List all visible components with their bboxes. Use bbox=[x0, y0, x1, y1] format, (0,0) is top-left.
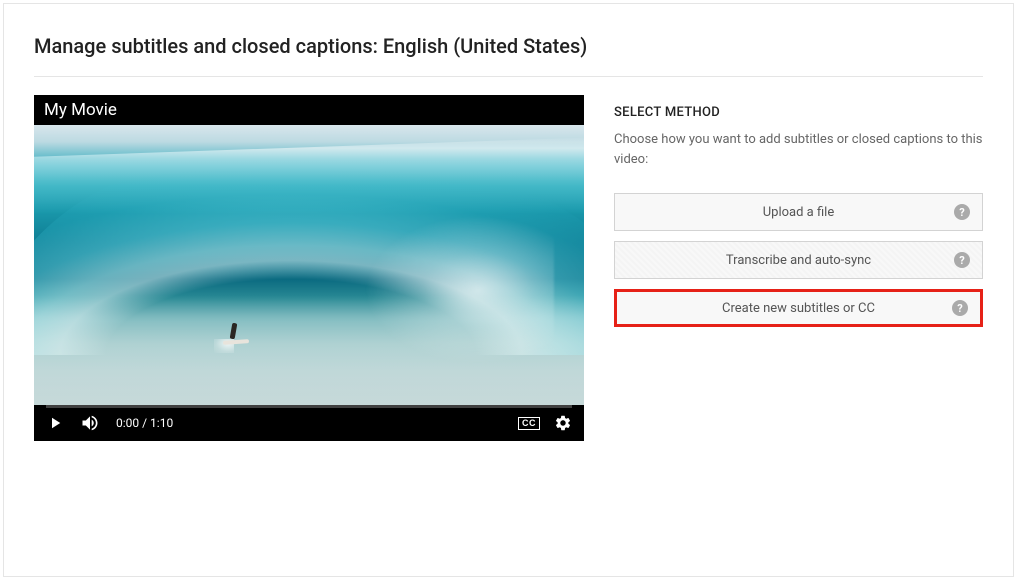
cc-button[interactable]: CC bbox=[518, 417, 540, 430]
video-player: My Movie bbox=[34, 95, 584, 441]
video-column: My Movie bbox=[34, 95, 584, 441]
subtitles-manage-panel: Manage subtitles and closed captions: En… bbox=[3, 3, 1014, 577]
gear-icon bbox=[554, 414, 572, 432]
transcribe-autosync-button[interactable]: Transcribe and auto-sync bbox=[615, 242, 982, 278]
divider bbox=[34, 76, 983, 77]
surfer-graphic bbox=[226, 323, 244, 349]
page-title: Manage subtitles and closed captions: En… bbox=[34, 34, 983, 58]
create-new-subtitles-button[interactable]: Create new subtitles or CC bbox=[617, 292, 980, 324]
play-button[interactable] bbox=[46, 414, 64, 432]
method-heading: SELECT METHOD bbox=[614, 105, 983, 120]
time-total: 1:10 bbox=[150, 416, 173, 430]
video-controls: 0:00 / 1:10 CC bbox=[34, 405, 584, 441]
cc-icon: CC bbox=[518, 417, 540, 430]
help-icon[interactable]: ? bbox=[952, 300, 968, 316]
volume-button[interactable] bbox=[80, 413, 100, 433]
volume-icon bbox=[80, 413, 100, 433]
video-frame[interactable] bbox=[34, 125, 584, 405]
video-title: My Movie bbox=[44, 100, 117, 120]
controls-left: 0:00 / 1:10 bbox=[46, 413, 173, 433]
help-icon[interactable]: ? bbox=[954, 252, 970, 268]
method-buttons: Upload a file ? Transcribe and auto-sync… bbox=[614, 193, 983, 327]
method-option-create: Create new subtitles or CC ? bbox=[614, 289, 983, 327]
method-option-transcribe: Transcribe and auto-sync ? bbox=[614, 241, 983, 279]
method-option-upload: Upload a file ? bbox=[614, 193, 983, 231]
time-current: 0:00 bbox=[116, 416, 139, 430]
controls-right: CC bbox=[518, 414, 572, 432]
help-icon[interactable]: ? bbox=[954, 204, 970, 220]
play-icon bbox=[46, 414, 64, 432]
video-title-bar: My Movie bbox=[34, 95, 584, 125]
content-row: My Movie bbox=[34, 95, 983, 441]
progress-bar[interactable] bbox=[46, 405, 572, 408]
upload-file-button[interactable]: Upload a file bbox=[615, 194, 982, 230]
method-description: Choose how you want to add subtitles or … bbox=[614, 130, 983, 169]
time-sep: / bbox=[139, 416, 150, 430]
settings-button[interactable] bbox=[554, 414, 572, 432]
video-time: 0:00 / 1:10 bbox=[116, 416, 173, 430]
method-column: SELECT METHOD Choose how you want to add… bbox=[614, 95, 983, 441]
wave-graphic bbox=[34, 295, 584, 405]
